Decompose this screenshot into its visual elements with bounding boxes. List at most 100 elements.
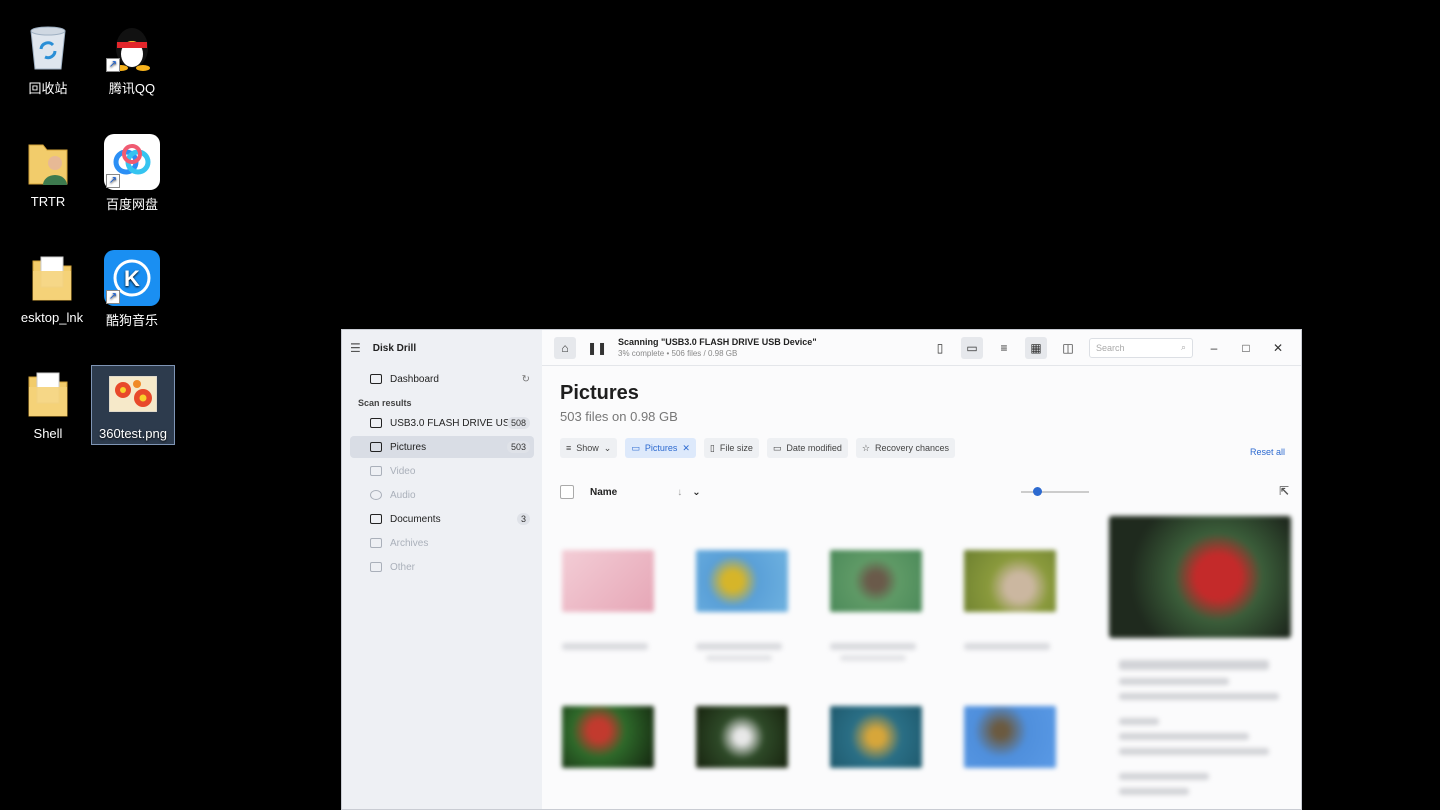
shortcut-arrow-icon: ↗ — [106, 174, 120, 188]
preview-detail — [1119, 788, 1189, 795]
menu-icon[interactable]: ☰ — [350, 341, 361, 355]
folder-desktop-lnk-shortcut[interactable]: esktop_lnk — [10, 250, 94, 325]
thumbnail-caption — [706, 655, 772, 661]
recycle-bin-icon — [20, 18, 76, 74]
thumbnail-image — [696, 550, 788, 612]
thumbnail-tile[interactable] — [820, 525, 930, 665]
file-size-filter[interactable]: ▯ File size — [703, 438, 759, 458]
archive-icon — [370, 538, 382, 548]
desktop: 回收站 TRTR esktop_lnk Shell ↗ 腾讯QQ ↗ 百度网盘 — [0, 0, 1440, 810]
folder-trtr-shortcut[interactable]: TRTR — [6, 134, 90, 209]
thumbnail-image — [696, 706, 788, 768]
thumbnail-image — [964, 550, 1056, 612]
home-icon[interactable]: ⌂ — [554, 336, 576, 359]
preview-detail — [1119, 693, 1279, 700]
dashboard-icon — [370, 374, 382, 384]
page-title: Pictures — [560, 382, 639, 404]
preview-pane-icon[interactable]: ◫ — [1057, 337, 1079, 359]
preview-panel — [1109, 516, 1295, 809]
sidebar-item-archives[interactable]: Archives — [350, 532, 534, 554]
sidebar-item-documents[interactable]: Documents 3 — [350, 508, 534, 530]
date-modified-filter[interactable]: ▭ Date modified — [766, 438, 848, 458]
filter-label: Pictures — [644, 443, 678, 453]
sidebar-item-dashboard[interactable]: Dashboard ↻ — [350, 368, 534, 390]
preview-detail — [1119, 678, 1229, 685]
sidebar-header: ☰ Disk Drill — [342, 330, 542, 366]
thumbnail-caption — [964, 643, 1050, 650]
sidebar-item-video[interactable]: Video — [350, 460, 534, 482]
list-icon: ≡ — [566, 443, 572, 453]
search-placeholder: Search — [1096, 342, 1125, 353]
recovery-chances-filter[interactable]: ☆ Recovery chances — [855, 438, 956, 458]
search-input[interactable]: Search ⌕ — [1089, 337, 1193, 358]
reset-all-link[interactable]: Reset all — [1250, 447, 1285, 457]
picture-icon — [370, 442, 382, 452]
sidebar-item-label: Pictures — [390, 441, 427, 453]
sidebar-item-label: Other — [390, 561, 416, 573]
folder-icon — [20, 366, 76, 422]
slider-knob[interactable] — [1033, 487, 1042, 496]
thumbnail-caption — [840, 655, 906, 661]
grid-view-icon[interactable]: ▦ — [1025, 336, 1047, 359]
thumbnail-tile[interactable] — [552, 681, 662, 809]
thumbnail-caption — [562, 643, 648, 650]
sidebar: ☰ Disk Drill Dashboard ↻ Scan results US… — [342, 330, 542, 809]
sidebar-item-label: Audio — [390, 489, 416, 501]
shortcut-arrow-icon: ↗ — [106, 290, 120, 304]
baidu-netdisk-icon: ↗ — [104, 134, 160, 190]
pause-icon[interactable]: ❚❚ — [586, 337, 608, 359]
other-files-icon — [370, 562, 382, 572]
star-icon: ☆ — [861, 442, 870, 453]
qq-shortcut[interactable]: ↗ 腾讯QQ — [90, 18, 174, 97]
select-all-checkbox[interactable] — [560, 485, 574, 499]
thumbnail-tile[interactable] — [954, 525, 1064, 665]
recycle-bin-icon-shortcut[interactable]: 回收站 — [6, 18, 90, 97]
close-icon[interactable]: ✕ — [682, 443, 690, 454]
sidebar-item-audio[interactable]: Audio — [350, 484, 534, 506]
sidebar-item-other[interactable]: Other — [350, 556, 534, 578]
name-column-header[interactable]: Name — [590, 487, 617, 498]
sidebar-item-device[interactable]: USB3.0 FLASH DRIVE US... 508 — [350, 412, 534, 434]
calendar-icon: ▭ — [772, 442, 782, 453]
preview-detail — [1119, 733, 1249, 740]
chevron-down-icon[interactable]: ⌄ — [692, 487, 700, 498]
thumbnail-tile[interactable] — [820, 681, 930, 809]
pictures-filter[interactable]: ▭ Pictures ✕ — [625, 438, 696, 458]
thumbnail-tile[interactable] — [552, 525, 662, 665]
app-title: Disk Drill — [372, 342, 417, 354]
desktop-icon-label: esktop_lnk — [20, 310, 84, 325]
svg-text:K: K — [124, 266, 140, 291]
baidu-netdisk-shortcut[interactable]: ↗ 百度网盘 — [90, 134, 174, 213]
desktop-icon-label: 酷狗音乐 — [105, 313, 158, 328]
sidebar-item-pictures[interactable]: Pictures 503 — [350, 436, 534, 458]
thumbnail-image — [562, 706, 654, 768]
desktop-icon-label: 百度网盘 — [105, 197, 158, 212]
filter-label: File size — [719, 443, 753, 453]
close-icon[interactable]: ✕ — [1267, 337, 1289, 359]
sort-icon[interactable]: ↓ — [677, 487, 682, 498]
shortcut-arrow-icon: ↗ — [106, 58, 120, 72]
page-subtitle: 503 files on 0.98 GB — [560, 409, 678, 424]
thumbnail-tile[interactable] — [686, 681, 796, 809]
maximize-icon[interactable]: □ — [1235, 337, 1257, 359]
thumbnail-tile[interactable] — [686, 525, 796, 665]
scan-title: Scanning "USB3.0 FLASH DRIVE USB Device" — [618, 336, 817, 347]
folder-shell-shortcut[interactable]: Shell — [6, 366, 90, 441]
preview-image — [1109, 516, 1291, 638]
preview-detail — [1119, 773, 1209, 780]
list-view-icon[interactable]: ≡ — [993, 337, 1015, 359]
desktop-icon-label: 回收站 — [28, 81, 68, 96]
filter-label: Date modified — [786, 443, 842, 453]
file-icon[interactable]: ▯ — [929, 337, 951, 359]
open-external-icon[interactable]: ⇱ — [1279, 484, 1289, 498]
show-filter[interactable]: ≡ Show ⌄ — [560, 438, 618, 458]
kugou-music-shortcut[interactable]: K ↗ 酷狗音乐 — [90, 250, 174, 329]
image-file-shortcut[interactable]: 360test.png — [91, 365, 175, 445]
folder-view-icon[interactable]: ▭ — [961, 336, 983, 359]
disk-drill-window: ☰ Disk Drill Dashboard ↻ Scan results US… — [341, 329, 1302, 810]
thumbnail-tile[interactable] — [954, 681, 1064, 809]
user-folder-icon — [20, 134, 76, 190]
toolbar-right: ▯ ▭ ≡ ▦ ◫ Search ⌕ – □ ✕ — [929, 336, 1289, 359]
thumbnail-size-slider[interactable] — [1021, 487, 1089, 496]
minimize-icon[interactable]: – — [1203, 337, 1225, 359]
